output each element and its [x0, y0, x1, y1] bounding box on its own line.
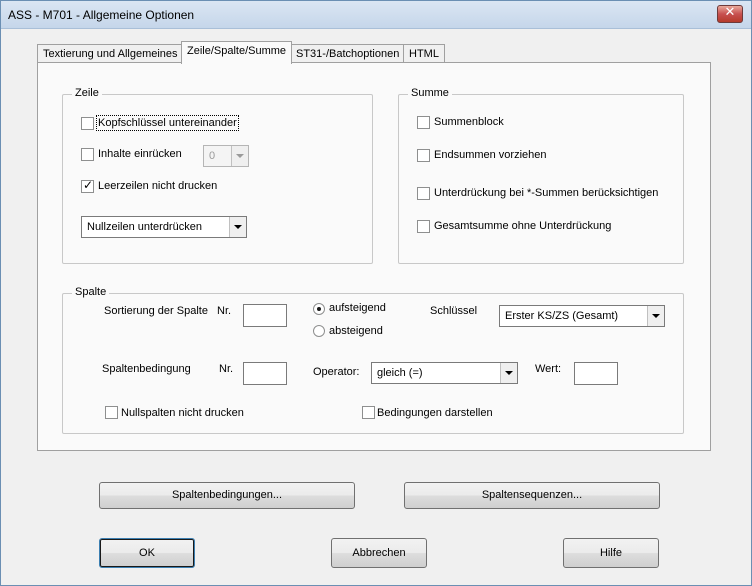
sortierung-nr-input[interactable]	[243, 304, 287, 327]
aufsteigend-radio[interactable]	[313, 303, 325, 315]
unterdrueckung-label[interactable]: Unterdrückung bei *-Summen berücksichtig…	[434, 187, 658, 199]
hilfe-button[interactable]: Hilfe	[563, 538, 659, 568]
abbrechen-button[interactable]: Abbrechen	[331, 538, 427, 568]
spaltenbedingung-label: Spaltenbedingung	[102, 363, 191, 375]
chevron-down-icon[interactable]	[500, 363, 517, 383]
tab-html[interactable]: HTML	[403, 44, 445, 64]
tab-textierung[interactable]: Textierung und Allgemeines	[37, 44, 184, 64]
leerzeilen-checkbox[interactable]: ✓	[81, 178, 94, 193]
dialog-window: ASS - M701 - Allgemeine Optionen ✕ Texti…	[0, 0, 752, 586]
bedingungen-darstellen-label[interactable]: Bedingungen darstellen	[377, 407, 493, 419]
kopfschluessel-label[interactable]: Kopfschlüssel untereinander	[96, 115, 239, 131]
chevron-down-icon[interactable]	[229, 217, 246, 237]
spaltenbedingungen-button[interactable]: Spaltenbedingungen...	[99, 482, 355, 509]
nullzeilen-select[interactable]: Nullzeilen unterdrücken	[81, 216, 247, 238]
gesamtsumme-checkbox[interactable]	[417, 220, 430, 233]
schluessel-label: Schlüssel	[430, 305, 478, 317]
close-button[interactable]: ✕	[717, 5, 743, 23]
button-label: Spaltensequenzen...	[481, 489, 583, 501]
summenblock-label[interactable]: Summenblock	[434, 116, 504, 128]
radio-selected-dot	[317, 307, 321, 311]
spaltenbedingung-nr-label: Nr.	[219, 363, 234, 375]
endsummen-checkbox[interactable]	[417, 149, 430, 162]
nullzeilen-value: Nullzeilen unterdrücken	[87, 221, 202, 233]
nullspalten-label[interactable]: Nullspalten nicht drucken	[121, 407, 244, 419]
absteigend-label[interactable]: absteigend	[329, 325, 383, 337]
tab-page: Zeile Kopfschlüssel untereinander Inhalt…	[37, 62, 711, 451]
schluessel-select[interactable]: Erster KS/ZS (Gesamt)	[499, 305, 665, 327]
group-summe: Summe Summenblock Endsummen vorziehen Un…	[398, 87, 684, 264]
tab-label: Textierung und Allgemeines	[43, 48, 178, 60]
nullspalten-checkbox[interactable]	[105, 406, 118, 419]
tab-label: ST31-/Batchoptionen	[296, 48, 400, 60]
checkmark-icon: ✓	[83, 178, 94, 192]
chevron-down-icon[interactable]	[231, 146, 248, 166]
operator-value: gleich (=)	[377, 367, 423, 379]
title-bar[interactable]: ASS - M701 - Allgemeine Optionen ✕	[1, 1, 751, 29]
inhalte-einruecken-value: 0	[209, 150, 216, 162]
button-label: Hilfe	[599, 547, 622, 559]
summenblock-checkbox[interactable]	[417, 116, 430, 129]
tab-label: HTML	[409, 48, 439, 60]
wert-input[interactable]	[574, 362, 618, 385]
absteigend-radio[interactable]	[313, 325, 325, 337]
window-title: ASS - M701 - Allgemeine Optionen	[8, 8, 195, 22]
operator-label: Operator:	[313, 366, 360, 378]
endsummen-label[interactable]: Endsummen vorziehen	[434, 149, 547, 161]
sortierung-nr-label: Nr.	[217, 305, 232, 317]
aufsteigend-label[interactable]: aufsteigend	[329, 302, 386, 314]
spaltensequenzen-button[interactable]: Spaltensequenzen...	[404, 482, 660, 509]
close-icon: ✕	[724, 5, 736, 20]
sortierung-label: Sortierung der Spalte	[104, 305, 208, 317]
tab-batchoptionen[interactable]: ST31-/Batchoptionen	[290, 44, 406, 64]
spaltenbedingung-nr-input[interactable]	[243, 362, 287, 385]
group-spalte-label: Spalte	[72, 286, 110, 298]
group-zeile: Zeile Kopfschlüssel untereinander Inhalt…	[62, 87, 373, 264]
button-label: Abbrechen	[352, 547, 406, 559]
tab-zeile-spalte-summe[interactable]: Zeile/Spalte/Summe	[181, 41, 293, 64]
group-spalte: Spalte Sortierung der Spalte Nr. aufstei…	[62, 286, 684, 434]
operator-select[interactable]: gleich (=)	[371, 362, 518, 384]
inhalte-einruecken-select[interactable]: 0	[203, 145, 249, 167]
group-summe-label: Summe	[408, 87, 452, 99]
tab-label: Zeile/Spalte/Summe	[187, 45, 287, 57]
group-zeile-label: Zeile	[72, 87, 102, 99]
button-label: Spaltenbedingungen...	[171, 489, 283, 501]
chevron-down-icon[interactable]	[647, 306, 664, 326]
inhalte-einruecken-checkbox[interactable]	[81, 148, 94, 161]
ok-button[interactable]: OK	[99, 538, 195, 568]
leerzeilen-label[interactable]: Leerzeilen nicht drucken	[98, 180, 217, 192]
kopfschluessel-checkbox[interactable]	[81, 117, 94, 130]
wert-label: Wert:	[535, 363, 562, 375]
button-label: OK	[139, 547, 155, 559]
schluessel-value: Erster KS/ZS (Gesamt)	[505, 310, 619, 322]
inhalte-einruecken-label[interactable]: Inhalte einrücken	[98, 148, 182, 160]
bedingungen-darstellen-checkbox[interactable]	[362, 406, 375, 419]
gesamtsumme-label[interactable]: Gesamtsumme ohne Unterdrückung	[434, 220, 611, 232]
unterdrueckung-checkbox[interactable]	[417, 187, 430, 200]
